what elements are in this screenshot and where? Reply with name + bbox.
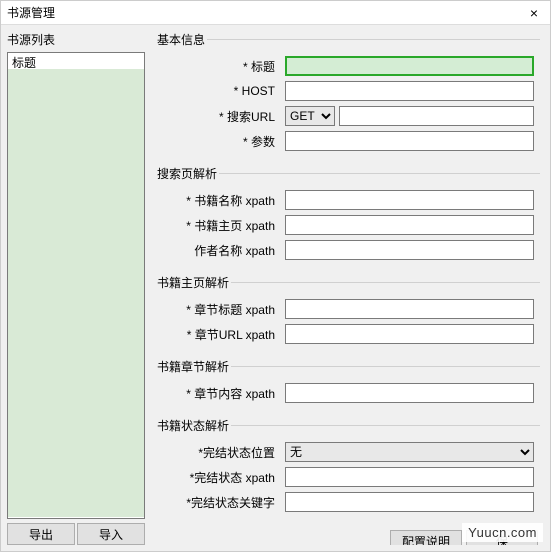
params-label: * 参数 xyxy=(155,133,285,150)
end-xpath-input[interactable] xyxy=(285,467,534,487)
list-item[interactable] xyxy=(8,485,144,501)
list-item[interactable] xyxy=(8,245,144,261)
host-label: * HOST xyxy=(155,84,285,98)
author-input[interactable] xyxy=(285,240,534,260)
window-body: 书源列表 标题 导出 导入 基本信息 * 标题 * HOST * 搜索URL xyxy=(1,25,550,551)
list-item[interactable] xyxy=(8,213,144,229)
search-url-input[interactable] xyxy=(339,106,534,126)
params-input[interactable] xyxy=(285,131,534,151)
export-button[interactable]: 导出 xyxy=(7,523,75,545)
search-url-label: * 搜索URL xyxy=(155,108,285,125)
source-listbox[interactable]: 标题 xyxy=(7,52,145,519)
basic-legend: 基本信息 xyxy=(155,31,207,48)
sidebar-buttons: 导出 导入 xyxy=(7,523,145,545)
list-item[interactable] xyxy=(8,85,144,101)
list-item[interactable]: 标题 xyxy=(8,53,144,69)
list-item[interactable] xyxy=(8,261,144,277)
end-pos-select[interactable]: 无 xyxy=(285,442,534,462)
book-name-input[interactable] xyxy=(285,190,534,210)
list-item[interactable] xyxy=(8,101,144,117)
chapter-parse-legend: 书籍章节解析 xyxy=(155,358,231,375)
search-parse-legend: 搜索页解析 xyxy=(155,165,219,182)
list-item[interactable] xyxy=(8,181,144,197)
chapter-url-label: * 章节URL xpath xyxy=(155,326,285,343)
import-button[interactable]: 导入 xyxy=(77,523,145,545)
end-xpath-label: *完结状态 xpath xyxy=(155,469,285,486)
home-parse-fieldset: 书籍主页解析 * 章节标题 xpath * 章节URL xpath xyxy=(155,274,540,352)
end-pos-label: *完结状态位置 xyxy=(155,444,285,461)
book-home-label: * 书籍主页 xpath xyxy=(155,217,285,234)
search-parse-fieldset: 搜索页解析 * 书籍名称 xpath * 书籍主页 xpath 作者名称 xpa… xyxy=(155,165,540,268)
sidebar: 书源列表 标题 导出 导入 xyxy=(7,31,145,545)
sidebar-label: 书源列表 xyxy=(7,31,145,48)
list-item[interactable] xyxy=(8,293,144,309)
basic-fieldset: 基本信息 * 标题 * HOST * 搜索URL GETPOST * 参数 xyxy=(155,31,540,159)
method-select[interactable]: GETPOST xyxy=(285,106,335,126)
list-item[interactable] xyxy=(8,405,144,421)
window: 书源管理 × 书源列表 标题 导出 导入 基本信息 * 标题 * HOST xyxy=(0,0,551,552)
end-keyword-label: *完结状态关键字 xyxy=(155,494,285,511)
chapter-url-input[interactable] xyxy=(285,324,534,344)
list-item[interactable] xyxy=(8,277,144,293)
chapter-content-input[interactable] xyxy=(285,383,534,403)
book-home-input[interactable] xyxy=(285,215,534,235)
main-panel: 基本信息 * 标题 * HOST * 搜索URL GETPOST * 参数 xyxy=(151,31,544,545)
titlebar: 书源管理 × xyxy=(1,1,550,25)
list-item[interactable] xyxy=(8,133,144,149)
home-parse-legend: 书籍主页解析 xyxy=(155,274,231,291)
chapter-parse-fieldset: 书籍章节解析 * 章节内容 xpath xyxy=(155,358,540,411)
chapter-title-label: * 章节标题 xpath xyxy=(155,301,285,318)
list-item[interactable] xyxy=(8,501,144,517)
chapter-content-label: * 章节内容 xpath xyxy=(155,385,285,402)
list-item[interactable] xyxy=(8,309,144,325)
list-item[interactable] xyxy=(8,165,144,181)
chapter-title-input[interactable] xyxy=(285,299,534,319)
author-label: 作者名称 xpath xyxy=(155,242,285,259)
title-label: * 标题 xyxy=(155,58,285,75)
list-item[interactable] xyxy=(8,325,144,341)
list-item[interactable] xyxy=(8,389,144,405)
list-item[interactable] xyxy=(8,229,144,245)
list-item[interactable] xyxy=(8,421,144,437)
title-input[interactable] xyxy=(285,56,534,76)
list-item[interactable] xyxy=(8,197,144,213)
book-name-label: * 书籍名称 xpath xyxy=(155,192,285,209)
end-keyword-input[interactable] xyxy=(285,492,534,512)
list-item[interactable] xyxy=(8,469,144,485)
host-input[interactable] xyxy=(285,81,534,101)
status-parse-fieldset: 书籍状态解析 *完结状态位置 无 *完结状态 xpath *完结状态关键字 xyxy=(155,417,540,520)
list-item[interactable] xyxy=(8,357,144,373)
close-icon[interactable]: × xyxy=(524,5,544,21)
list-item[interactable] xyxy=(8,341,144,357)
status-parse-legend: 书籍状态解析 xyxy=(155,417,231,434)
list-item[interactable] xyxy=(8,69,144,85)
window-title: 书源管理 xyxy=(7,4,524,21)
list-item[interactable] xyxy=(8,373,144,389)
config-help-button[interactable]: 配置说明 xyxy=(390,530,462,545)
list-item[interactable] xyxy=(8,453,144,469)
watermark: Yuucn.com xyxy=(462,523,543,542)
list-item[interactable] xyxy=(8,117,144,133)
list-item[interactable] xyxy=(8,437,144,453)
list-item[interactable] xyxy=(8,149,144,165)
